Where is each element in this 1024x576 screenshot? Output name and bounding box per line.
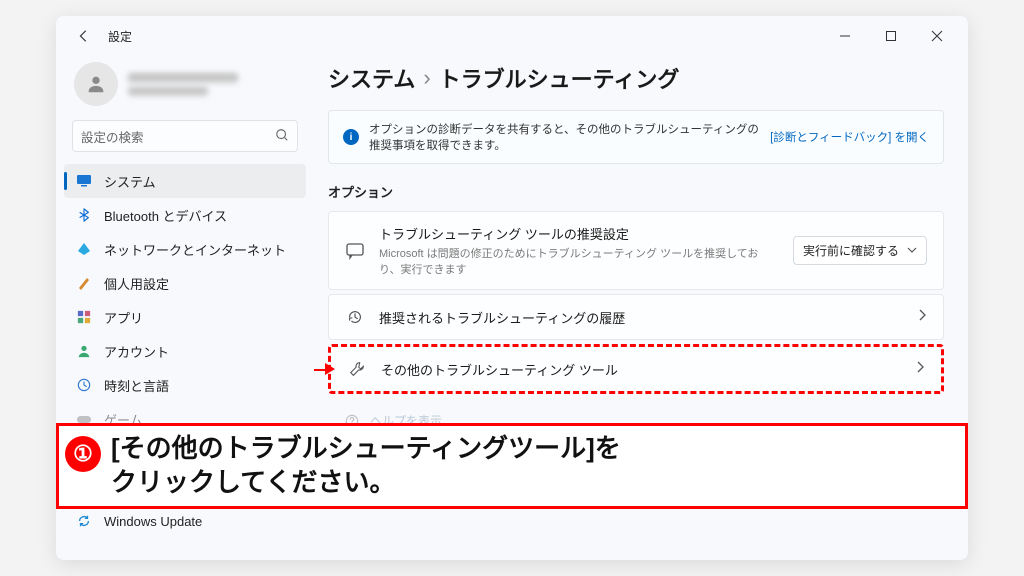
card-title: 推奨されるトラブルシューティングの履歴 — [379, 308, 903, 327]
diagnostics-banner: i オプションの診断データを共有すると、その他のトラブルシューティングの推奨事項… — [328, 110, 944, 164]
annotation-step-number: ① — [65, 436, 101, 472]
apps-icon — [76, 309, 92, 325]
clock-icon — [76, 377, 92, 393]
sidebar-item-label: アプリ — [104, 308, 143, 327]
banner-text: オプションの診断データを共有すると、その他のトラブルシューティングの推奨事項を取… — [369, 121, 760, 153]
section-label-options: オプション — [328, 182, 944, 201]
sidebar-item-network[interactable]: ネットワークとインターネット — [64, 232, 306, 266]
search-placeholder: 設定の検索 — [81, 127, 275, 146]
recommended-dropdown[interactable]: 実行前に確認する — [793, 236, 927, 265]
breadcrumb-parent[interactable]: システム — [328, 62, 415, 94]
close-button[interactable] — [914, 16, 960, 56]
sidebar-item-label: アカウント — [104, 342, 169, 361]
avatar — [74, 62, 118, 106]
search-input[interactable]: 設定の検索 — [72, 120, 298, 152]
titlebar: 設定 — [56, 16, 968, 56]
sidebar-item-time-language[interactable]: 時刻と言語 — [64, 368, 306, 402]
annotation-arrow-head — [325, 363, 335, 375]
annotation-text: [その他のトラブルシューティングツール]を クリックしてください。 — [111, 432, 621, 500]
sidebar-item-label: 個人用設定 — [104, 274, 169, 293]
back-button[interactable] — [74, 26, 94, 46]
breadcrumb-separator: › — [423, 65, 430, 91]
sidebar-item-system[interactable]: システム — [64, 164, 306, 198]
chevron-right-icon — [915, 360, 925, 378]
chat-icon — [345, 241, 365, 261]
chevron-down-icon — [907, 244, 917, 258]
sidebar-item-label: ネットワークとインターネット — [104, 240, 286, 259]
annotation-callout: ① [その他のトラブルシューティングツール]を クリックしてください。 — [56, 423, 968, 509]
sidebar-item-accounts[interactable]: アカウント — [64, 334, 306, 368]
wrench-icon — [347, 359, 367, 379]
bluetooth-icon — [76, 207, 92, 223]
card-subtitle: Microsoft は問題の修正のためにトラブルシューティング ツールを推奨して… — [379, 245, 779, 277]
breadcrumb: システム › トラブルシューティング — [328, 56, 944, 110]
card-title: その他のトラブルシューティング ツール — [381, 360, 901, 379]
info-icon: i — [343, 129, 359, 145]
breadcrumb-current: トラブルシューティング — [439, 62, 680, 94]
card-troubleshoot-history[interactable]: 推奨されるトラブルシューティングの履歴 — [328, 294, 944, 340]
open-diagnostics-link[interactable]: [診断とフィードバック] を開く — [770, 129, 929, 145]
chevron-right-icon — [917, 308, 927, 326]
sidebar-item-label: システム — [104, 172, 156, 191]
search-icon — [275, 128, 289, 145]
wifi-icon — [76, 241, 92, 257]
window-title: 設定 — [108, 28, 132, 45]
sidebar-item-label: 時刻と言語 — [104, 376, 169, 395]
sidebar-item-windows-update[interactable]: Windows Update — [64, 504, 306, 538]
card-other-troubleshooters[interactable]: その他のトラブルシューティング ツール — [331, 347, 941, 391]
sidebar-item-label: Bluetooth とデバイス — [104, 206, 227, 225]
update-icon — [76, 513, 92, 529]
sidebar-item-apps[interactable]: アプリ — [64, 300, 306, 334]
user-email-blurred — [128, 87, 208, 96]
minimize-button[interactable] — [822, 16, 868, 56]
card-title: トラブルシューティング ツールの推奨設定 — [379, 224, 779, 243]
monitor-icon — [76, 173, 92, 189]
user-profile[interactable] — [64, 56, 306, 120]
dropdown-value: 実行前に確認する — [803, 242, 899, 259]
sidebar-item-label: Windows Update — [104, 514, 202, 529]
sidebar-item-personalization[interactable]: 個人用設定 — [64, 266, 306, 300]
maximize-button[interactable] — [868, 16, 914, 56]
brush-icon — [76, 275, 92, 291]
highlight-other-troubleshooters: その他のトラブルシューティング ツール — [328, 344, 944, 394]
history-icon — [345, 307, 365, 327]
sidebar-item-bluetooth[interactable]: Bluetooth とデバイス — [64, 198, 306, 232]
account-icon — [76, 343, 92, 359]
card-recommended-settings: トラブルシューティング ツールの推奨設定 Microsoft は問題の修正のため… — [328, 211, 944, 290]
user-name-blurred — [128, 73, 238, 83]
